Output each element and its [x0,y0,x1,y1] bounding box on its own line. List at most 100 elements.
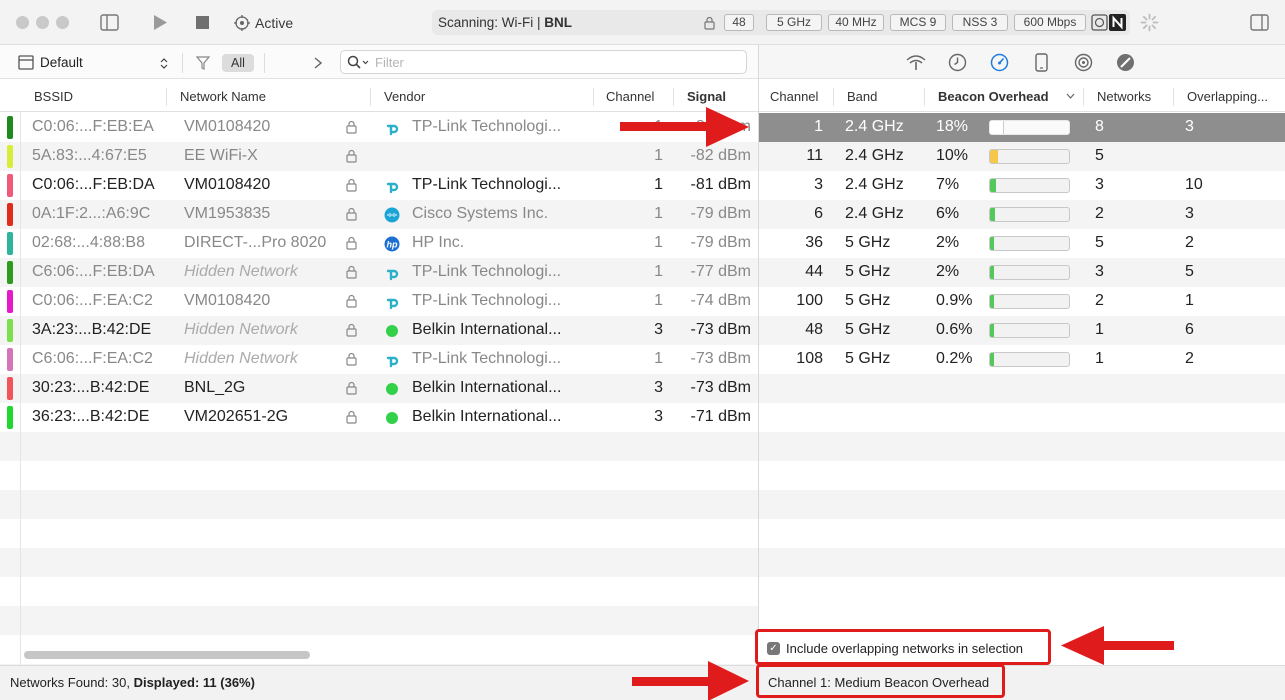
network-color-strip [7,174,13,197]
include-overlapping-checkbox[interactable]: ✓ [767,642,780,655]
network-name-cell: VM0108420 [184,176,271,193]
beacon-overhead-bar [989,294,1070,309]
column-signal[interactable]: Signal [687,89,726,104]
horizontal-scrollbar[interactable] [24,651,310,659]
zoom-window-button[interactable] [56,16,69,29]
scan-status-bar: Scanning: Wi-Fi | BNL 48 5 GHz 40 MHz MC… [432,10,1130,35]
signal-cell: -81 dBm [690,176,751,193]
bssid-cell: C6:06:...F:EB:DA [32,263,155,280]
include-overlapping-option[interactable]: ✓ Include overlapping networks in select… [755,629,1051,665]
beacon-overhead-bar [989,178,1070,193]
network-color-strip [7,116,13,139]
include-overlapping-label: Include overlapping networks in selectio… [786,641,1024,656]
column-overlapping[interactable]: Overlapping... [1187,89,1268,104]
network-row[interactable]: 02:68:...4:88:B8 DIRECT-...Pro 8020 hp HP I… [0,229,758,258]
nss-pill: NSS 3 [952,14,1008,31]
tplink-logo-icon [384,178,400,194]
network-name-cell: DIRECT-...Pro 8020 [184,234,327,251]
history-tab-icon[interactable] [948,53,967,72]
signal-cell: -73 dBm [690,350,751,367]
empty-row [759,432,1285,461]
channel-row[interactable]: 6 2.4 GHz 6% 2 3 [759,200,1285,229]
networks-count-cell: 3 [1095,263,1104,280]
network-row[interactable]: C0:06:...F:EB:DA VM0108420 TP-Link Technol… [0,171,758,200]
column-vendor[interactable]: Vendor [384,89,425,104]
column-network-name[interactable]: Network Name [180,89,266,104]
beacon-overhead-bar [989,265,1070,280]
close-window-button[interactable] [16,16,29,29]
filter-input[interactable]: Filter [340,50,747,74]
channel-number-cell: 108 [796,350,823,367]
network-row[interactable]: C6:06:...F:EA:C2 Hidden Network TP-Link Te… [0,345,758,374]
beacon-overhead-cell: 0.9% [936,292,973,309]
band-cell: 2.4 GHz [845,118,904,135]
inspector-toggle-icon[interactable] [1250,14,1269,31]
empty-row [759,461,1285,490]
beacon-gauge-tab-icon[interactable] [990,53,1009,72]
empty-row [0,461,758,490]
networks-count-cell: 1 [1095,321,1104,338]
channel-row[interactable]: 11 2.4 GHz 10% 5 [759,142,1285,171]
network-row[interactable]: C0:06:...F:EA:C2 VM0108420 TP-Link Technol… [0,287,758,316]
beacon-overhead-bar-fill [990,266,994,279]
channel-row[interactable]: 108 5 GHz 0.2% 1 2 [759,345,1285,374]
stop-icon[interactable] [195,15,210,30]
empty-row [0,519,758,548]
vendor-cell: Belkin International... [412,321,562,338]
device-tab-icon[interactable] [1035,53,1048,72]
compass-tab-icon[interactable] [1116,53,1135,72]
lock-icon [346,352,357,366]
beacon-overhead-bar-fill [990,353,994,366]
channel-row[interactable]: 3 2.4 GHz 7% 3 10 [759,171,1285,200]
lock-icon [346,410,357,424]
preset-select[interactable]: Default [18,54,170,72]
sidebar-toggle-icon[interactable] [100,14,119,31]
lock-icon [346,294,357,308]
filter-funnel-icon[interactable] [196,56,210,70]
channel-cell: 1 [654,292,663,309]
channel-row[interactable]: 48 5 GHz 0.6% 1 6 [759,316,1285,345]
sort-descending-icon[interactable] [1066,93,1075,99]
active-target-icon[interactable] [234,15,250,31]
column-networks[interactable]: Networks [1097,89,1151,104]
network-color-strip [7,145,13,168]
network-color-strip [7,348,13,371]
network-row[interactable]: 0A:1F:2...:A6:9C VM1953835 Cisco Systems I… [0,200,758,229]
band-pill: 5 GHz [766,14,822,31]
mcs-pill: MCS 9 [890,14,946,31]
channel-row[interactable]: 36 5 GHz 2% 5 2 [759,229,1285,258]
signal-tab-icon[interactable] [905,53,927,71]
channel-row[interactable]: 100 5 GHz 0.9% 2 1 [759,287,1285,316]
column-bssid[interactable]: BSSID [34,89,73,104]
column-beacon-overhead[interactable]: Beacon Overhead [938,89,1049,104]
networks-count-cell: 1 [1095,350,1104,367]
bssid-cell: C0:06:...F:EB:EA [32,118,154,135]
column-band[interactable]: Band [847,89,877,104]
signal-cell: -73 dBm [690,321,751,338]
network-color-strip [7,290,13,313]
airplay-tab-icon[interactable] [1074,53,1093,72]
cisco-logo-icon [384,207,400,223]
column-channel[interactable]: Channel [606,89,654,104]
channel-row[interactable]: 1 2.4 GHz 18% 8 3 [759,113,1285,142]
channel-number-cell: 48 [805,321,823,338]
channel-row[interactable]: 44 5 GHz 2% 3 5 [759,258,1285,287]
network-row[interactable]: C6:06:...F:EB:DA Hidden Network TP-Link Te… [0,258,758,287]
minimize-window-button[interactable] [36,16,49,29]
column-channel-right[interactable]: Channel [770,89,818,104]
lock-icon [346,178,357,192]
active-label[interactable]: Active [255,15,293,31]
chevron-right-icon[interactable] [314,57,322,69]
network-row[interactable]: 30:23:...B:42:DE BNL_2G Belkin Internation… [0,374,758,403]
beacon-overhead-bar [989,149,1070,164]
channel-cell: 1 [654,205,663,222]
bssid-cell: 0A:1F:2...:A6:9C [32,205,151,222]
preset-label: Default [40,55,83,70]
network-row[interactable]: 36:23:...B:42:DE VM202651-2G Belkin Intern… [0,403,758,432]
network-row[interactable]: 3A:23:...B:42:DE Hidden Network Belkin Int… [0,316,758,345]
play-icon[interactable] [152,14,168,31]
band-cell: 5 GHz [845,321,891,338]
empty-row [0,606,758,635]
network-color-strip [7,261,13,284]
all-filter-chip[interactable]: All [222,54,254,72]
